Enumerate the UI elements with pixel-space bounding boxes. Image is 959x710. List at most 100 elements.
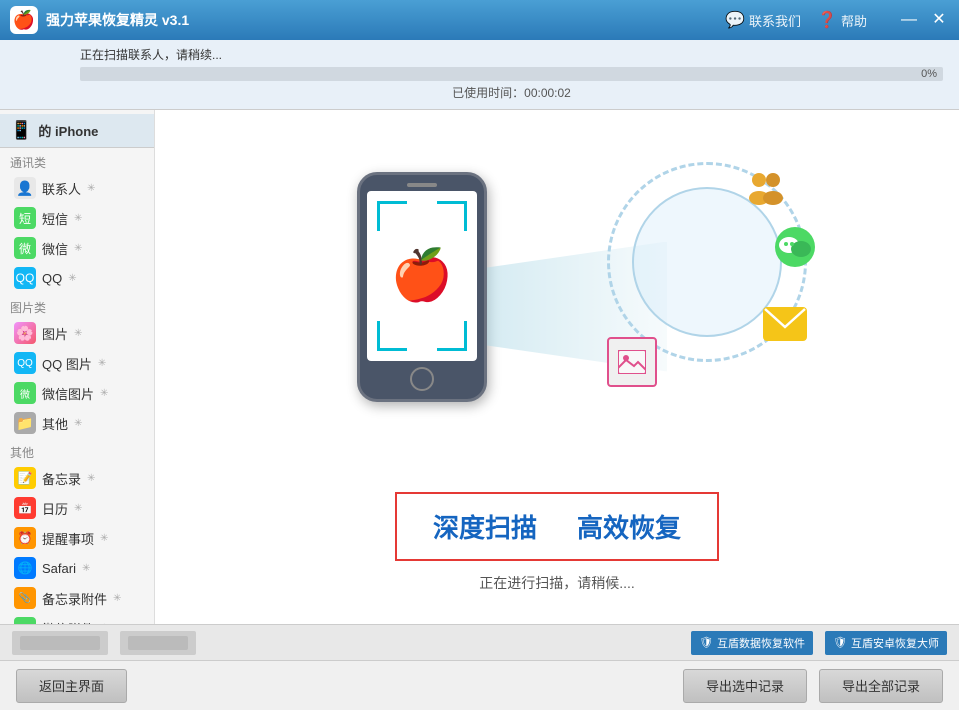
spin-indicator-safari: ✳ bbox=[82, 563, 90, 574]
progress-bar: 0% bbox=[80, 67, 943, 81]
section-label-photos: 图片类 bbox=[0, 293, 154, 318]
contacts-icon: 👤 bbox=[14, 177, 36, 199]
scan-bracket-tr bbox=[437, 201, 467, 231]
spin-indicator-bkatt: ✳ bbox=[113, 593, 121, 604]
sidebar-item-wechat[interactable]: 微 微信 ✳ bbox=[0, 233, 154, 263]
bottom-bar: 返回主界面 导出选中记录 导出全部记录 bbox=[0, 660, 959, 710]
calendar-icon: 📅 bbox=[14, 497, 36, 519]
shield-icon-1: 🛡 bbox=[699, 636, 713, 649]
sidebar-item-qq[interactable]: QQ QQ ✳ bbox=[0, 263, 154, 293]
wxphoto-label: 微信图片 bbox=[42, 384, 94, 403]
export-all-button[interactable]: 导出全部记录 bbox=[819, 669, 943, 703]
safari-label: Safari bbox=[42, 561, 76, 576]
main-layout: 📱 的 iPhone 通讯类 👤 联系人 ✳ 短 短信 ✳ 微 微信 ✳ QQ … bbox=[0, 110, 959, 624]
sidebar: 📱 的 iPhone 通讯类 👤 联系人 ✳ 短 短信 ✳ 微 微信 ✳ QQ … bbox=[0, 110, 155, 624]
scan-progress-area: 正在扫描联系人，请稍续... 0% 已使用时间：00:00:02 bbox=[0, 40, 959, 110]
minimize-button[interactable]: — bbox=[899, 12, 919, 28]
ad-placeholder-2 bbox=[120, 631, 196, 655]
sidebar-item-safari[interactable]: 🌐 Safari ✳ bbox=[0, 553, 154, 583]
qqphoto-label: QQ 图片 bbox=[42, 354, 92, 373]
spin-indicator-sms: ✳ bbox=[74, 213, 82, 224]
app-title: 强力苹果恢复精灵 v3.1 bbox=[46, 10, 725, 30]
phone-speaker bbox=[407, 183, 437, 187]
other-photos-icon: 📁 bbox=[14, 412, 36, 434]
title-bar-actions: 💬 联系我们 ❓ 帮助 — ✕ bbox=[725, 10, 949, 30]
wechat-icon: 微 bbox=[14, 237, 36, 259]
contact-us-button[interactable]: 💬 联系我们 bbox=[725, 10, 801, 30]
other-photos-label: 其他 bbox=[42, 414, 68, 433]
help-icon: ❓ bbox=[817, 10, 837, 30]
photos-icon: 🌸 bbox=[14, 322, 36, 344]
spin-indicator-qq: ✳ bbox=[68, 273, 76, 284]
scan-bracket-tl bbox=[377, 201, 407, 231]
spin-indicator-calendar: ✳ bbox=[74, 503, 82, 514]
export-selected-button[interactable]: 导出选中记录 bbox=[683, 669, 807, 703]
sidebar-item-reminder[interactable]: ⏰ 提醒事项 ✳ bbox=[0, 523, 154, 553]
section-label-other: 其他 bbox=[0, 438, 154, 463]
sidebar-item-qq-photo[interactable]: QQ QQ 图片 ✳ bbox=[0, 348, 154, 378]
phone-home-button bbox=[410, 367, 434, 391]
spin-indicator-photos: ✳ bbox=[74, 328, 82, 339]
progress-percent: 0% bbox=[921, 67, 937, 81]
ad-link-android-recovery[interactable]: 🛡 互盾安卓恢复大师 bbox=[825, 631, 947, 655]
sidebar-item-photos[interactable]: 🌸 图片 ✳ bbox=[0, 318, 154, 348]
backup-att-label: 备忘录附件 bbox=[42, 589, 107, 608]
section-label-comms: 通讯类 bbox=[0, 148, 154, 173]
content-area: 🍎 bbox=[155, 110, 959, 624]
contacts-circle-icon bbox=[745, 170, 787, 214]
app-icon: 🍎 bbox=[10, 6, 38, 34]
scan-status-text: 正在扫描联系人，请稍续... bbox=[80, 46, 943, 63]
sidebar-item-notes[interactable]: 📝 备忘录 ✳ bbox=[0, 463, 154, 493]
window-controls: — ✕ bbox=[899, 12, 949, 28]
spin-indicator-notes: ✳ bbox=[87, 473, 95, 484]
sidebar-item-backup-att[interactable]: 📎 备忘录附件 ✳ bbox=[0, 583, 154, 613]
apple-logo: 🍎 bbox=[391, 246, 453, 305]
scan-bracket-bl bbox=[377, 321, 407, 351]
sidebar-item-sms[interactable]: 短 短信 ✳ bbox=[0, 203, 154, 233]
close-button[interactable]: ✕ bbox=[929, 12, 949, 28]
wechat-label: 微信 bbox=[42, 239, 68, 258]
sidebar-item-other-photos[interactable]: 📁 其他 ✳ bbox=[0, 408, 154, 438]
reminder-icon: ⏰ bbox=[14, 527, 36, 549]
illustration: 🍎 bbox=[277, 142, 837, 482]
wxphoto-icon: 微 bbox=[14, 382, 36, 404]
circle-diagram bbox=[607, 162, 807, 362]
scan-time-text: 已使用时间：00:00:02 bbox=[80, 84, 943, 101]
spin-indicator-other: ✳ bbox=[74, 418, 82, 429]
help-button[interactable]: ❓ 帮助 bbox=[817, 10, 867, 30]
sidebar-item-wechat-photo[interactable]: 微 微信图片 ✳ bbox=[0, 378, 154, 408]
backup-att-icon: 📎 bbox=[14, 587, 36, 609]
footer-ads: 🛡 互盾数据恢复软件 🛡 互盾安卓恢复大师 bbox=[0, 624, 959, 660]
safari-icon: 🌐 bbox=[14, 557, 36, 579]
device-header: 📱 的 iPhone bbox=[0, 114, 154, 148]
calendar-label: 日历 bbox=[42, 499, 68, 518]
spin-indicator-qqphoto: ✳ bbox=[98, 358, 106, 369]
spin-indicator-wxphoto: ✳ bbox=[100, 388, 108, 399]
return-home-button[interactable]: 返回主界面 bbox=[16, 669, 127, 703]
reminder-label: 提醒事项 bbox=[42, 529, 94, 548]
deep-scan-box: 深度扫描 高效恢复 bbox=[395, 492, 719, 561]
sidebar-item-contacts[interactable]: 👤 联系人 ✳ bbox=[0, 173, 154, 203]
photos-label: 图片 bbox=[42, 324, 68, 343]
qqphoto-icon: QQ bbox=[14, 352, 36, 374]
ad-link-data-recovery[interactable]: 🛡 互盾数据恢复软件 bbox=[691, 631, 813, 655]
image-icon-mid bbox=[607, 337, 657, 387]
notes-icon: 📝 bbox=[14, 467, 36, 489]
mail-circle-icon bbox=[763, 307, 807, 344]
sms-label: 短信 bbox=[42, 209, 68, 228]
efficient-recover-label: 高效恢复 bbox=[577, 508, 681, 545]
sms-icon: 短 bbox=[14, 207, 36, 229]
spin-indicator: ✳ bbox=[87, 183, 95, 194]
sidebar-item-wechat-att[interactable]: 微 微信附件 ✳ bbox=[0, 613, 154, 624]
device-name: 的 iPhone bbox=[38, 121, 98, 140]
sidebar-item-calendar[interactable]: 📅 日历 ✳ bbox=[0, 493, 154, 523]
wechat-att-icon: 微 bbox=[14, 617, 36, 624]
title-bar: 🍎 强力苹果恢复精灵 v3.1 💬 联系我们 ❓ 帮助 — ✕ bbox=[0, 0, 959, 40]
scanning-text: 正在进行扫描，请稍候.... bbox=[479, 573, 635, 593]
scan-bracket-br bbox=[437, 321, 467, 351]
qq-label: QQ bbox=[42, 271, 62, 286]
qq-icon: QQ bbox=[14, 267, 36, 289]
wechat-circle-icon bbox=[775, 227, 815, 275]
notes-label: 备忘录 bbox=[42, 469, 81, 488]
contacts-label: 联系人 bbox=[42, 179, 81, 198]
